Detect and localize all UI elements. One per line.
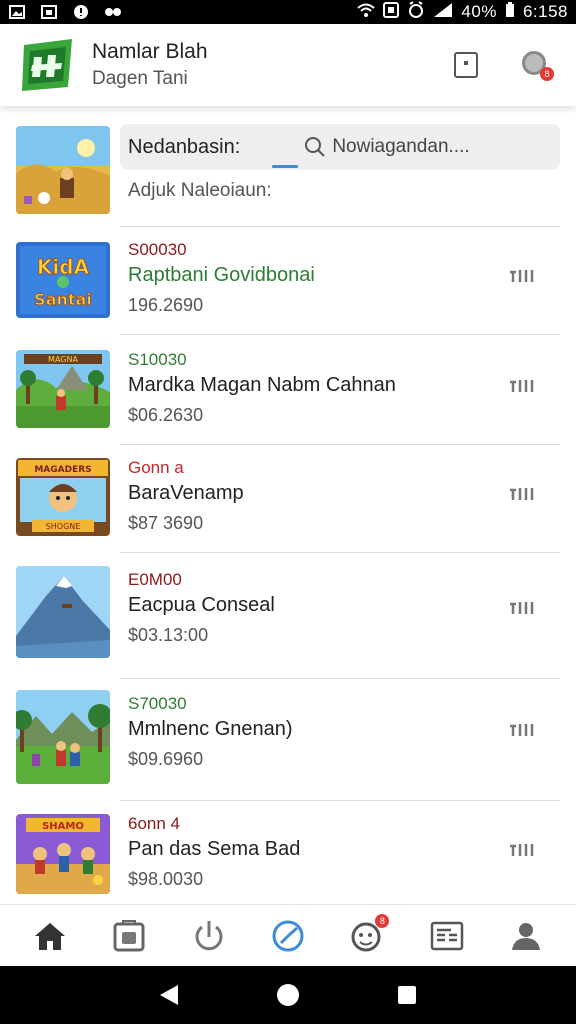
item-thumbnail: KidA Santai (16, 242, 110, 318)
item-price-tag: S00030 (128, 240, 187, 259)
divider (120, 226, 560, 227)
shield-notification-icon (72, 4, 90, 20)
item-name: Eacpua Conseal (128, 594, 275, 616)
divider (120, 552, 560, 553)
item-value: $06.2630 (128, 405, 204, 425)
item-price-tag: 6onn 4 (128, 814, 180, 833)
list-item[interactable]: MAGADERS SHOGNE Gonn a BaraVenamp $87 36… (16, 458, 558, 554)
search-label: Nedanbasin: (128, 135, 241, 158)
search-underline (272, 165, 298, 168)
app-subtitle: Dagen Tani (92, 68, 188, 89)
profile-icon (512, 922, 541, 950)
item-value: 196.2690 (128, 295, 204, 315)
divider (120, 444, 560, 445)
home-circle-icon[interactable] (275, 982, 301, 1008)
more-icon[interactable] (508, 376, 538, 396)
battery-level: 40% (461, 2, 497, 21)
svg-text:SHOGNE: SHOGNE (46, 522, 81, 531)
library-icon (113, 919, 145, 951)
list-item[interactable]: S70030 Mmlnenc Gnenan) $09.6960 (16, 690, 558, 800)
notifications-button[interactable]: 8 (518, 47, 554, 83)
image-notification-icon (40, 4, 58, 20)
featured-section: Nedanbasin: Adjuk Naleoiaun: (16, 124, 560, 216)
app-logo (18, 37, 78, 93)
item-price-tag: E0M00 (128, 570, 182, 589)
more-icon[interactable] (508, 484, 538, 504)
item-thumbnail: MAGADERS SHOGNE (16, 458, 110, 536)
item-price-tag: Gonn a (128, 458, 184, 477)
bookmark-icon (454, 52, 478, 78)
svg-text:MAGNA: MAGNA (48, 355, 78, 364)
more-icon[interactable] (508, 598, 538, 618)
item-name: Pan das Sema Bad (128, 838, 301, 860)
nav-home[interactable] (30, 916, 70, 956)
alarm-icon (407, 0, 425, 24)
nav-library[interactable] (109, 916, 149, 956)
item-name: Mardka Magan Nabm Cahnan (128, 374, 396, 396)
item-value: $03.13:00 (128, 625, 209, 645)
app-header: Namlar Blah Dagen Tani 8 (0, 24, 576, 106)
search-bar[interactable]: Nedanbasin: (120, 124, 560, 170)
status-bar: 40% 6:158 (0, 0, 576, 24)
bottom-navigation: 8 (0, 904, 576, 966)
item-name: Mmlnenc Gnenan) (128, 718, 293, 740)
list-item[interactable]: E0M00 Eacpua Conseal $03.13:00 (16, 566, 558, 680)
nav-news[interactable] (427, 916, 467, 956)
chat-badge: 8 (375, 913, 390, 928)
nav-power[interactable] (189, 916, 229, 956)
divider (120, 678, 560, 679)
power-icon (195, 920, 223, 950)
back-icon[interactable] (158, 983, 180, 1007)
bookmark-button[interactable] (448, 47, 484, 83)
nav-profile[interactable] (506, 916, 546, 956)
svg-text:Santai: Santai (34, 290, 92, 309)
item-value: $09.6960 (128, 749, 204, 769)
item-value: $87 3690 (128, 513, 204, 533)
more-icon[interactable] (508, 266, 538, 286)
svg-text:MAGADERS: MAGADERS (34, 465, 91, 475)
more-icon[interactable] (508, 720, 538, 740)
item-price-tag: S70030 (128, 694, 187, 713)
item-thumbnail: MAGNA (16, 350, 110, 428)
list-item[interactable]: SHAMO 6onn 4 Pan das Sema Bad $98.0030 (16, 814, 558, 904)
item-name: Raptbani Govidbonai (128, 264, 315, 286)
search-icon[interactable] (304, 136, 326, 158)
divider (120, 334, 560, 335)
news-icon (430, 921, 464, 950)
clock: 6:158 (522, 2, 568, 21)
item-value: $98.0030 (128, 869, 204, 889)
item-thumbnail: SHAMO (16, 814, 110, 894)
item-thumbnail (16, 566, 110, 658)
list-item[interactable]: KidA Santai S00030 Raptbani Govidbonai 1… (16, 240, 558, 336)
system-navigation (0, 966, 576, 1024)
app-title: Namlar Blah (92, 40, 208, 63)
nav-chat[interactable]: 8 (347, 913, 390, 956)
game-notification-icon (104, 4, 122, 20)
clock-chart-icon (272, 920, 304, 951)
search-input[interactable] (332, 136, 513, 158)
home-icon (34, 922, 65, 950)
battery-icon (505, 1, 515, 23)
wifi-icon (357, 2, 376, 23)
nav-stats[interactable] (268, 916, 308, 956)
recents-icon[interactable] (396, 984, 418, 1006)
signal-icon (433, 2, 453, 23)
svg-text:SHAMO: SHAMO (42, 821, 84, 832)
gallery-notification-icon (8, 4, 26, 20)
notification-badge: 8 (540, 67, 554, 81)
nfc-icon (383, 1, 400, 23)
item-price-tag: S10030 (128, 350, 187, 369)
svg-text:KidA: KidA (37, 255, 90, 279)
divider (120, 800, 560, 801)
item-name: BaraVenamp (128, 482, 244, 504)
featured-thumbnail[interactable] (16, 126, 110, 214)
featured-caption: Adjuk Naleoiaun: (128, 180, 272, 201)
list-item[interactable]: MAGNA S10030 Mardka Magan Nabm Cahnan $0… (16, 350, 558, 446)
item-thumbnail (16, 690, 110, 784)
more-icon[interactable] (508, 840, 538, 860)
